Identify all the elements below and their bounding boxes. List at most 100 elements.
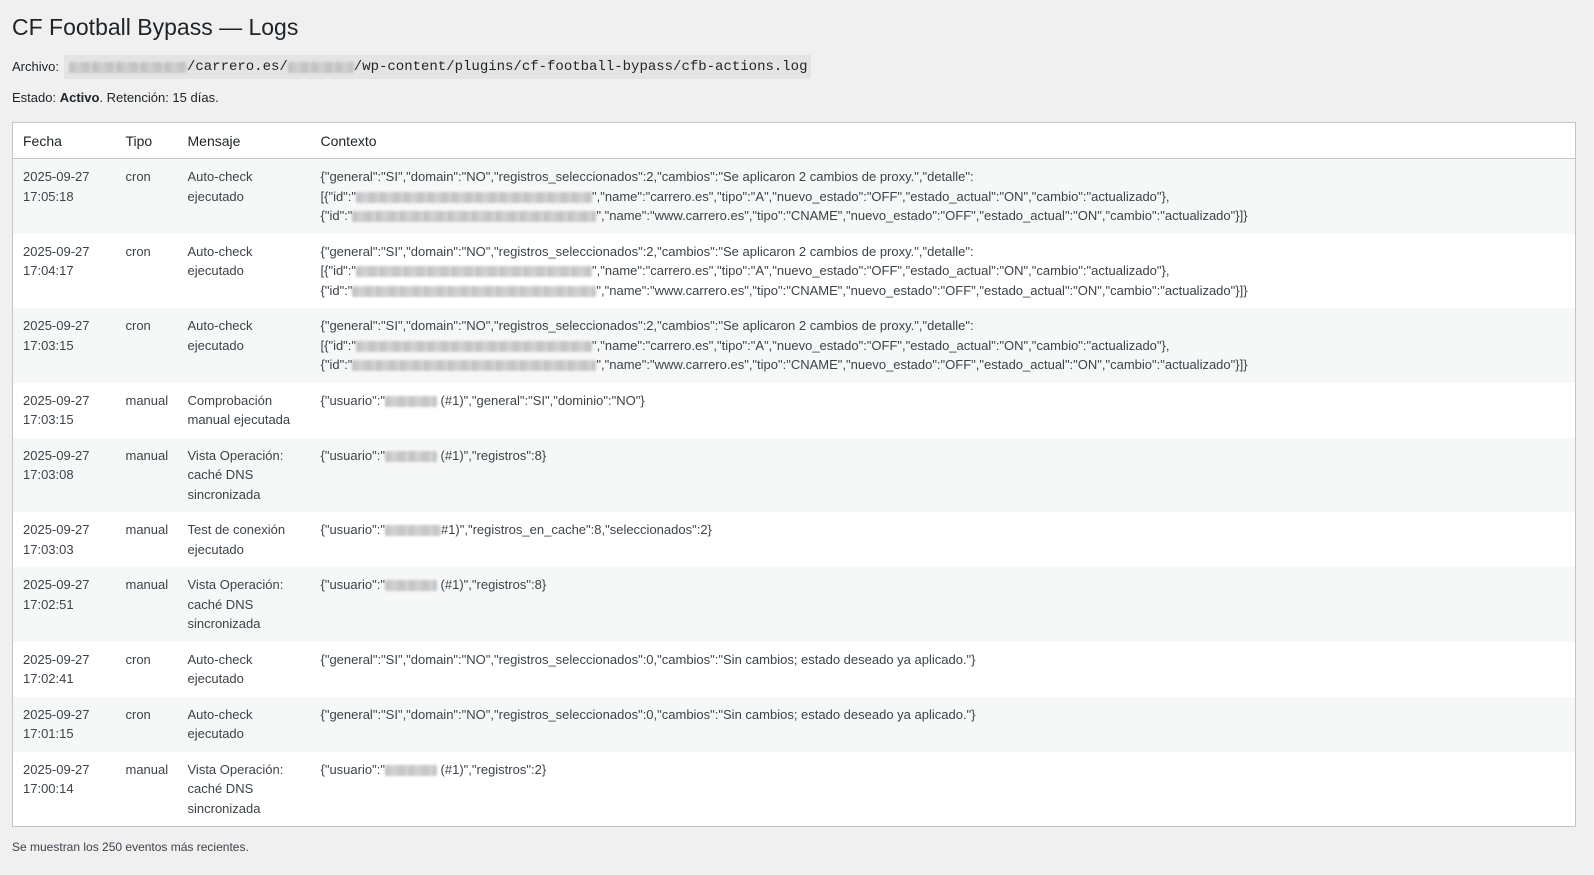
cell-tipo: manual [125,577,169,592]
cell-contexto: {"general":"SI","domain":"NO","registros… [311,308,1576,383]
cell-contexto: {"general":"SI","domain":"NO","registros… [311,159,1576,234]
table-row: 2025-09-27 17:03:08 manual Vista Operació… [12,437,1576,513]
context-line: {"general":"SI","domain":"NO","registros… [320,169,974,184]
context-line: {"usuario":" (#1)","general":"SI","domin… [321,391,1566,411]
status-label: Estado: [12,90,60,105]
context-text: ","name":"www.carrero.es","tipo":"CNAME"… [596,282,1248,298]
context-line: {"general":"SI","domain":"NO","registros… [320,318,974,333]
cell-mensaje: Auto-check ejecutado [187,651,253,687]
context-text: [{"id":" [320,337,357,353]
date: 2025-09-27 [23,243,90,259]
redacted-id [356,266,593,278]
time: 17:03:15 [23,337,74,353]
cell-contexto: {"usuario":" (#1)","registros":8} [311,438,1576,513]
context-text: (#1)","registros":8} [436,577,547,592]
context-text: (#1)","registros":8} [436,447,547,463]
table-row: 2025-09-27 17:04:17 cron Auto-check ejecu… [12,233,1576,309]
cell-fecha: 2025-09-27 17:02:51 [13,567,116,642]
context-line: {"general":"SI","domain":"NO","registros… [320,243,974,259]
time: 17:03:08 [23,467,74,482]
file-label: Archivo: [12,59,59,74]
context-line: [{"id":" ","name":"carrero.es","tipo":"A"… [321,261,1566,281]
column-header-tipo: Tipo [115,122,178,159]
cell-mensaje: Vista Operación: caché DNS sincronizada [187,577,284,631]
time: 17:00:14 [23,781,74,796]
cell-fecha: 2025-09-27 17:03:15 [13,308,116,383]
redacted-username [384,395,437,407]
cell-mensaje: Auto-check ejecutado [187,706,253,742]
context-text: {"usuario":" [320,577,385,592]
table-row: 2025-09-27 17:01:15 cron Auto-check ejecu… [12,696,1576,752]
redacted-id [352,211,597,223]
redacted-id [356,340,593,352]
cell-tipo: cron [125,706,151,722]
cell-fecha: 2025-09-27 17:04:17 [13,234,116,309]
cell-tipo: manual [125,447,169,463]
context-text: #1)","registros_en_cache":8,"seleccionad… [440,522,712,537]
column-header-fecha: Fecha [12,122,116,159]
cell-fecha: 2025-09-27 17:03:15 [13,383,116,438]
date: 2025-09-27 [23,447,90,463]
cell-tipo: cron [125,318,151,333]
cell-contexto: {"general":"SI","domain":"NO","registros… [311,697,1576,752]
cell-contexto: {"usuario":" (#1)","registros":8} [311,567,1576,642]
date: 2025-09-27 [23,169,90,184]
cell-fecha: 2025-09-27 17:00:14 [13,752,116,827]
date: 2025-09-27 [23,318,90,333]
date: 2025-09-27 [23,651,90,667]
cell-contexto: {"usuario":" #1)","registros_en_cache":8,… [311,512,1576,567]
cell-contexto: {"general":"SI","domain":"NO","registros… [311,642,1576,697]
date: 2025-09-27 [23,706,90,722]
cell-fecha: 2025-09-27 17:01:15 [13,697,116,752]
table-row: 2025-09-27 17:03:15 manual Comprobación m… [12,382,1576,438]
context-text: {"usuario":" [320,447,385,463]
redacted-username [384,764,437,776]
retention-text: . Retención: 15 días. [99,90,219,105]
date: 2025-09-27 [23,761,90,777]
table-row: 2025-09-27 17:03:03 manual Test de conexi… [12,512,1576,567]
context-text: {"usuario":" [320,761,385,777]
file-path-part1: /carrero.es/ [186,59,288,75]
context-text: {"id":" [320,357,353,372]
context-text: [{"id":" [320,188,357,204]
context-line: {"general":"SI","domain":"NO","registros… [320,706,976,722]
context-line: [{"id":" ","name":"carrero.es","tipo":"A"… [321,187,1566,207]
cell-fecha: 2025-09-27 17:03:03 [13,512,116,567]
context-text: (#1)","registros":2} [436,761,547,777]
context-text: [{"id":" [320,263,357,278]
cell-tipo: manual [125,392,169,408]
logs-page: CF Football Bypass — Logs Archivo: /carr… [0,0,1594,855]
redacted-username [384,580,437,592]
table-row: 2025-09-27 17:03:15 cron Auto-check ejecu… [12,308,1576,383]
cell-contexto: {"general":"SI","domain":"NO","registros… [311,234,1576,309]
footer-note: Se muestran los 250 eventos más reciente… [12,840,249,854]
cell-mensaje: Test de conexión ejecutado [187,522,286,557]
redacted-id [356,191,593,203]
date: 2025-09-27 [23,577,90,592]
column-header-contexto: Contexto [310,122,1576,159]
cell-mensaje: Vista Operación: caché DNS sincronizada [187,761,284,816]
redacted-path-segment [68,61,187,73]
context-line: {"id":" ","name":"www.carrero.es","tipo":… [321,206,1566,226]
redacted-path-segment [287,61,354,73]
column-header-mensaje: Mensaje [177,122,311,159]
status-line: Estado: Activo. Retención: 15 días. [12,88,1576,108]
time: 17:02:41 [23,671,74,686]
cell-mensaje: Auto-check ejecutado [187,243,253,279]
cell-tipo: cron [125,169,151,184]
context-text: {"usuario":" [320,392,385,408]
file-path: /carrero.es/ /wp-content/plugins/cf-footb… [63,55,812,79]
redacted-id [352,360,597,372]
context-text: {"usuario":" [320,522,385,537]
file-path-part2: /wp-content/plugins/cf-football-bypass/c… [353,59,808,75]
time: 17:04:17 [23,263,74,278]
context-text: ","name":"carrero.es","tipo":"A","nuevo_… [592,263,1170,278]
table-header-row: Fecha Tipo Mensaje Contexto [12,122,1576,159]
redacted-username [384,450,437,462]
context-text: ","name":"carrero.es","tipo":"A","nuevo_… [592,188,1170,204]
table-row: 2025-09-27 17:00:14 manual Vista Operació… [12,751,1576,827]
page-title: CF Football Bypass — Logs [12,14,299,40]
cell-contexto: {"usuario":" (#1)","general":"SI","domin… [311,383,1576,438]
context-text: (#1)","general":"SI","dominio":"NO"} [436,392,645,408]
status-value: Activo [59,90,100,105]
